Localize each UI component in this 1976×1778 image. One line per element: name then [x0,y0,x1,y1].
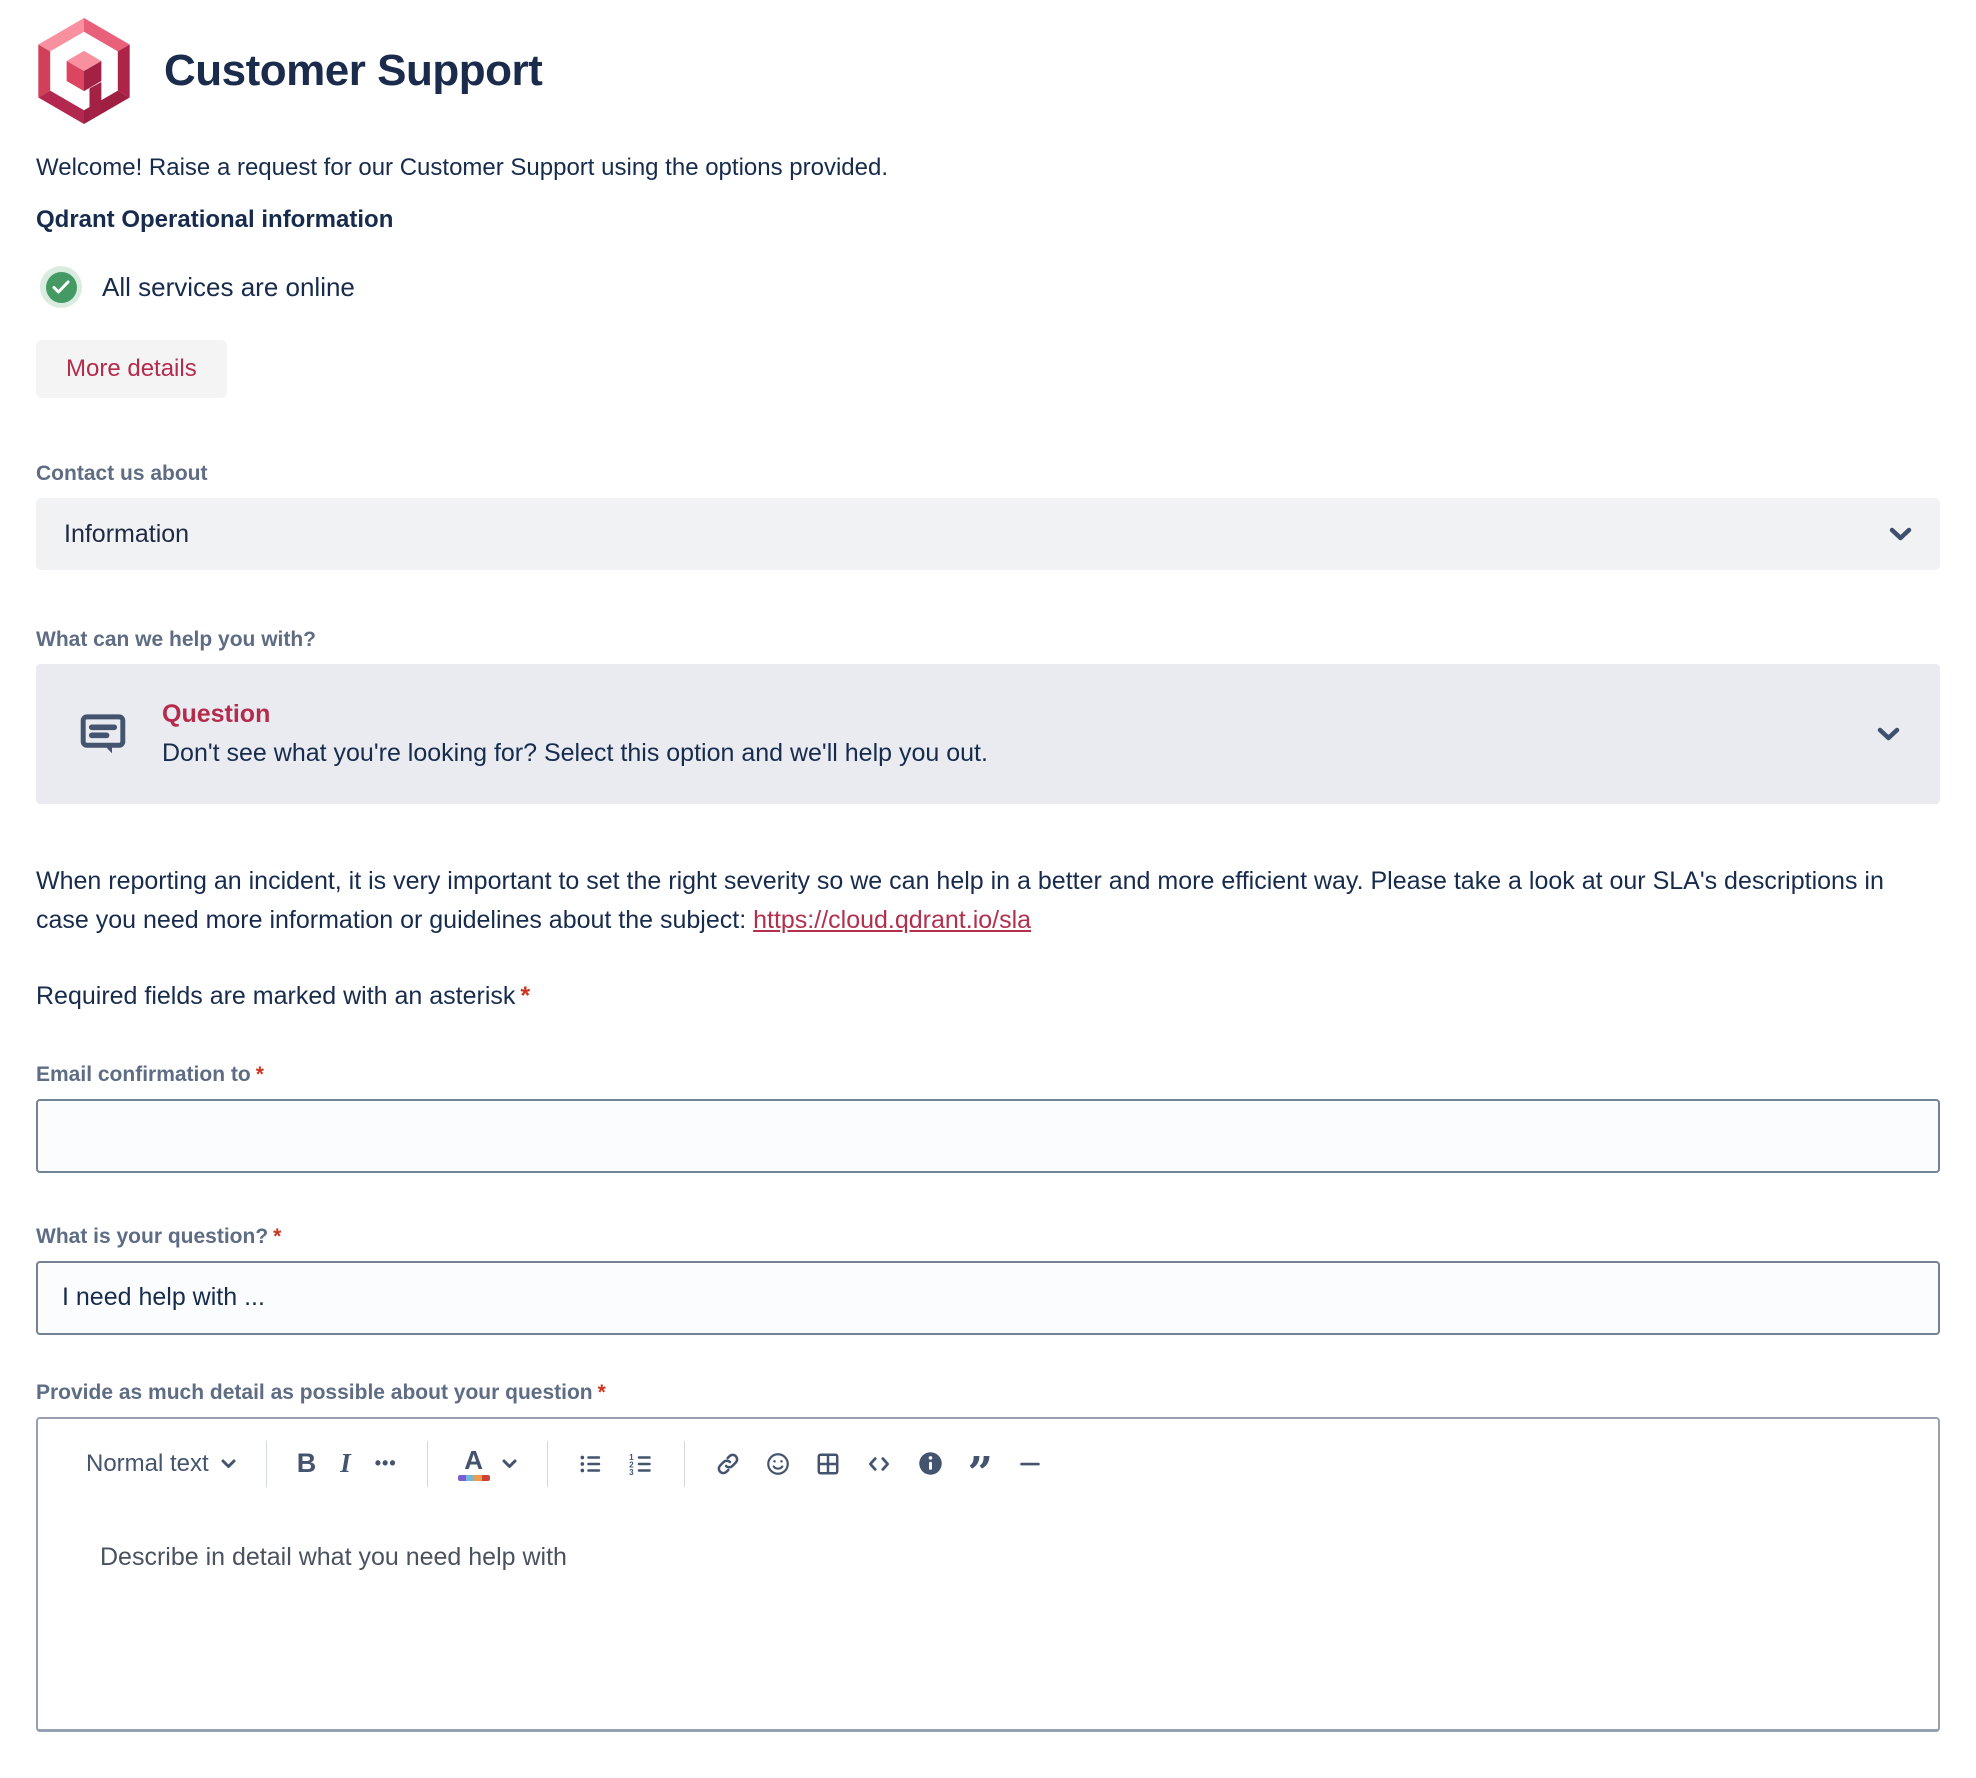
option-description: Don't see what you're looking for? Selec… [162,739,1845,768]
text-color-button[interactable]: A [446,1437,529,1491]
contact-about-label: Contact us about [36,462,1940,486]
editor-toolbar: Normal text B I ••• A [38,1419,1938,1497]
email-input[interactable] [36,1099,1940,1173]
welcome-text: Welcome! Raise a request for our Custome… [36,154,1940,182]
emoji-icon [765,1451,791,1477]
quote-button[interactable]: ” [956,1443,1005,1485]
details-field-group: Provide as much detail as possible about… [36,1381,1940,1732]
status-text: All services are online [102,272,355,303]
required-asterisk: * [598,1381,606,1404]
required-note-text: Required fields are marked with an aster… [36,982,515,1010]
info-panel-button[interactable] [905,1440,956,1487]
more-details-button[interactable]: More details [36,340,227,398]
contact-about-group: Contact us about Information [36,462,1940,570]
bullet-list-icon [578,1451,604,1477]
required-asterisk: * [520,982,530,1010]
question-field-group: What is your question?* [36,1225,1940,1335]
chevron-down-icon [1877,727,1900,742]
option-title: Question [162,700,1845,729]
comment-icon [76,707,130,761]
email-label: Email confirmation to* [36,1063,1940,1087]
chevron-down-icon [221,1459,236,1469]
incident-note: When reporting an incident, it is very i… [36,862,1940,940]
bullet-list-button[interactable] [566,1441,616,1487]
details-label: Provide as much detail as possible about… [36,1381,1940,1405]
status-row: All services are online [36,266,1940,308]
toolbar-separator [266,1441,267,1487]
required-note: Required fields are marked with an aster… [36,982,1940,1011]
text-style-value: Normal text [86,1450,209,1478]
details-placeholder: Describe in detail what you need help wi… [100,1543,567,1571]
operational-heading: Qdrant Operational information [36,206,1940,234]
question-input[interactable] [36,1261,1940,1335]
contact-about-selected-value: Information [64,520,189,549]
header: Customer Support [36,14,1940,124]
page-title: Customer Support [164,46,542,96]
text-style-dropdown[interactable]: Normal text [74,1440,248,1488]
numbered-list-icon: 123 [628,1451,654,1477]
table-button[interactable] [803,1441,853,1487]
text-color-icon: A [458,1447,490,1481]
code-button[interactable] [853,1441,905,1487]
help-with-label: What can we help you with? [36,628,1940,652]
code-icon [865,1451,893,1477]
chevron-down-icon [502,1459,517,1469]
details-editor-area[interactable]: Describe in detail what you need help wi… [38,1497,1938,1729]
table-icon [815,1451,841,1477]
toolbar-separator [547,1441,548,1487]
link-button[interactable] [703,1441,753,1487]
customer-support-page: Customer Support Welcome! Raise a reques… [0,0,1976,1742]
qdrant-logo [36,18,132,124]
bold-button[interactable]: B [285,1438,329,1489]
question-label: What is your question?* [36,1225,1940,1249]
required-asterisk: * [256,1063,264,1086]
link-icon [715,1451,741,1477]
emoji-button[interactable] [753,1441,803,1487]
sla-link[interactable]: https://cloud.qdrant.io/sla [753,906,1031,934]
help-option-card-question[interactable]: Question Don't see what you're looking f… [36,664,1940,804]
toolbar-separator [684,1441,685,1487]
option-text: Question Don't see what you're looking f… [162,700,1845,768]
toolbar-separator [427,1441,428,1487]
horizontal-rule-icon [1017,1451,1043,1477]
help-with-group: What can we help you with? Question Don'… [36,628,1940,804]
italic-button[interactable]: I [328,1438,363,1489]
divider-button[interactable] [1005,1441,1055,1487]
check-circle-icon [40,266,82,308]
more-formatting-button[interactable]: ••• [363,1443,409,1484]
info-icon [917,1450,944,1477]
required-asterisk: * [273,1225,281,1248]
contact-about-select[interactable]: Information [36,498,1940,570]
email-field-group: Email confirmation to* [36,1063,1940,1173]
chevron-down-icon [1889,527,1912,542]
rich-text-editor: Normal text B I ••• A [36,1417,1940,1732]
quote-icon: ” [968,1463,993,1485]
numbered-list-button[interactable]: 123 [616,1441,666,1487]
svg-text:3: 3 [629,1468,634,1477]
